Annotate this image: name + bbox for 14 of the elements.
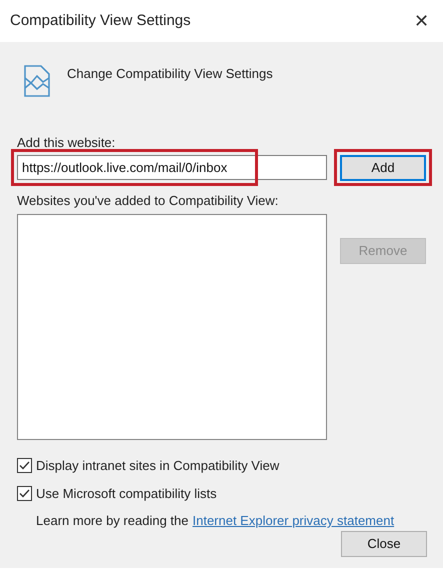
checkbox-label: Use Microsoft compatibility lists [36,484,217,503]
website-field[interactable]: https://outlook.live.com/mail/0/inbox [17,154,327,180]
checkbox[interactable] [17,486,32,501]
field-label: Add this website: [17,134,116,152]
checkbox-label: Display intranet sites in Compatibility View [36,457,280,475]
window-title: Compatibility View Settings [10,10,191,31]
dialog-heading: Change Compatibility View Settings [67,65,273,83]
checkbox[interactable] [17,458,32,474]
privacy-link[interactable]: Internet Explorer privacy statement [192,511,394,530]
document-icon [23,64,51,98]
checkmark-icon [19,461,30,470]
checkmark-icon [19,488,30,498]
list-label: Websites you've added to Compatibility View: [17,192,280,210]
learn-more-text: Learn more by reading the [36,512,188,530]
